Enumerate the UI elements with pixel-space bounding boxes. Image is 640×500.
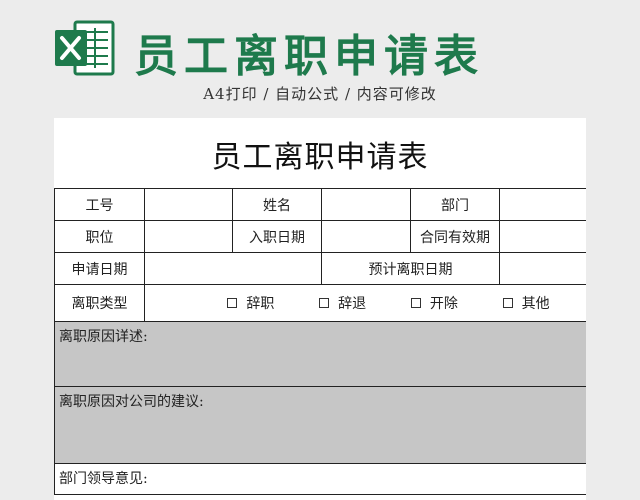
leave-type-dismissed-option[interactable]: 辞退 [319,293,366,313]
expected-leave-date-label: 预计离职日期 [321,252,500,285]
employee-no-field[interactable] [144,188,233,221]
department-field[interactable] [499,188,586,221]
name-label: 姓名 [232,188,322,221]
form-row-employee: 工号 姓名 部门 [54,188,586,221]
apply-date-label: 申请日期 [54,252,145,285]
contract-expiry-label: 合同有效期 [410,220,500,253]
leave-type-fired-option[interactable]: 开除 [410,293,458,313]
reason-label: 离职原因详述: [59,329,148,345]
contract-expiry-field[interactable] [499,220,586,253]
checkbox-icon[interactable] [502,298,513,308]
form-row-position: 职位 入职日期 合同有效期 [54,220,586,253]
form-row-reason: 离职原因详述: [54,321,586,387]
hire-date-label: 入职日期 [232,220,322,253]
checkbox-icon[interactable] [410,298,421,308]
form-row-dept-opinion: 部门领导意见: [54,463,586,495]
leave-type-resign-option[interactable]: 辞职 [227,293,274,313]
leave-type-option-label: 辞职 [246,296,275,312]
name-field[interactable] [321,188,411,221]
form-sheet: 员工离职申请表 工号 姓名 部门 职位 入职日期 合同有效期 申请日期 预计离职… [54,118,586,500]
expected-leave-date-field[interactable] [499,252,586,285]
leave-type-label: 离职类型 [54,284,145,322]
leave-type-options: 辞职 辞退 开除 其他 [144,284,586,322]
hire-date-field[interactable] [321,220,411,253]
position-label: 职位 [54,220,145,253]
form-row-leave-type: 离职类型 辞职 辞退 开除 其他 [54,284,586,322]
banner-subtitle: A4打印 / 自动公式 / 内容可修改 [203,85,437,103]
checkbox-icon[interactable] [227,298,238,308]
dept-opinion-field[interactable]: 部门领导意见: [54,463,586,495]
leave-type-option-label: 辞退 [338,296,367,312]
banner-title: 员工离职申请表 [134,31,484,82]
position-field[interactable] [144,220,233,253]
sheet-title: 员工离职申请表 [211,140,429,175]
excel-icon [55,20,115,76]
suggestion-field[interactable]: 离职原因对公司的建议: [54,386,586,464]
suggestion-label: 离职原因对公司的建议: [59,394,204,410]
department-label: 部门 [410,188,500,221]
checkbox-icon[interactable] [319,298,330,308]
banner: 员工离职申请表 A4打印 / 自动公式 / 内容可修改 [0,0,640,118]
reason-field[interactable]: 离职原因详述: [54,321,586,387]
form-row-suggestion: 离职原因对公司的建议: [54,386,586,464]
dept-opinion-label: 部门领导意见: [59,471,148,487]
leave-type-option-label: 其他 [521,296,550,312]
leave-type-other-option[interactable]: 其他 [502,293,550,313]
resignation-form: 工号 姓名 部门 职位 入职日期 合同有效期 申请日期 预计离职日期 离职类型 [54,188,586,495]
apply-date-field[interactable] [144,252,322,285]
leave-type-option-label: 开除 [429,296,458,312]
form-row-dates: 申请日期 预计离职日期 [54,252,586,285]
employee-no-label: 工号 [54,188,145,221]
